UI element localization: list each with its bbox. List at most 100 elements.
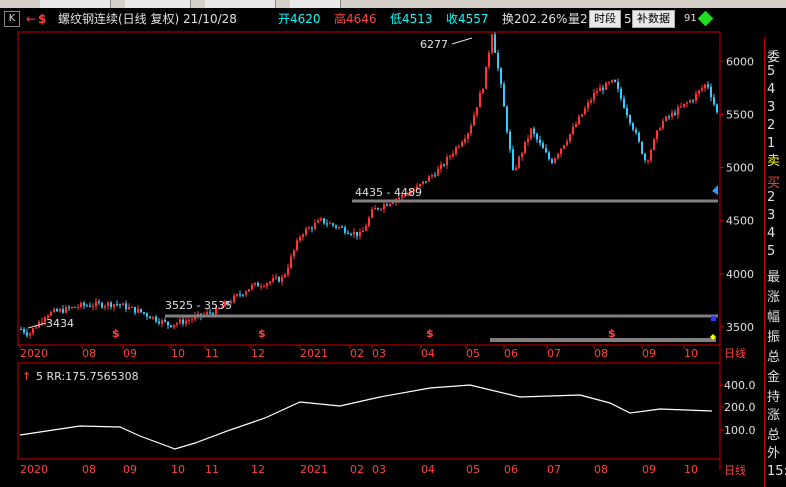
indicator-axis-label: 400.0 (724, 379, 756, 392)
candle-body (698, 90, 700, 94)
time-axis-label: 06 (504, 347, 518, 360)
candle-body (548, 152, 550, 160)
candle-body (500, 68, 502, 85)
candle-body (635, 129, 637, 133)
candle-body (104, 306, 106, 308)
time-axis-label: 08 (82, 347, 96, 360)
quote-panel-item: 4 (767, 226, 776, 241)
candle-body (284, 274, 286, 277)
candle-body (440, 164, 442, 169)
quote-panel-item: 涨 (767, 290, 781, 305)
candle-body (569, 133, 571, 142)
candle-body (92, 306, 94, 308)
candle-body (140, 308, 142, 313)
candle-body (668, 116, 670, 118)
candle-body (65, 306, 67, 313)
candle-body (620, 88, 622, 99)
indicator-time-label: 09 (642, 463, 656, 476)
candle-body (671, 112, 673, 117)
event-marker: $ (426, 327, 434, 340)
time-axis-label: 09 (123, 347, 137, 360)
candle-body (278, 277, 280, 282)
candle-body (446, 157, 448, 166)
quote-panel: 委 5 4 3 2 1 卖买 2 3 4 5 最涨幅振总金持涨总外 15: (764, 38, 786, 487)
time-axis-label: 11 (205, 347, 219, 360)
candle-body (170, 325, 172, 327)
indicator-axis-label: 100.0 (724, 424, 756, 437)
candle-body (107, 302, 109, 307)
candle-body (662, 120, 664, 129)
candle-body (386, 204, 388, 206)
candle-body (434, 175, 436, 177)
candle-body (80, 302, 82, 307)
time-axis-label: 02 (350, 347, 364, 360)
quote-panel-item: 买 (767, 176, 781, 191)
candle-body (86, 305, 88, 307)
indicator-series-line (19, 384, 713, 450)
candle-body (602, 87, 604, 90)
high-marker-label: 6277 (420, 38, 448, 51)
candle-body (473, 115, 475, 126)
candle-body (713, 97, 715, 105)
candle-body (665, 116, 667, 121)
indicator-time-label: 10 (171, 463, 185, 476)
candle-body (464, 138, 466, 143)
candle-body (299, 236, 301, 241)
time-axis-label: 07 (547, 347, 561, 360)
candle-body (491, 34, 493, 53)
candle-body (701, 88, 703, 91)
candle-body (35, 327, 37, 329)
candle-body (506, 106, 508, 132)
candle-body (650, 150, 652, 161)
candle-body (449, 156, 451, 158)
quote-panel-item: 2 (767, 190, 776, 205)
candle-body (158, 321, 160, 324)
candle-body (380, 208, 382, 210)
candle-body (50, 311, 52, 316)
candle-body (488, 52, 490, 67)
indicator-time-label: 02 (350, 463, 364, 476)
candle-body (260, 286, 262, 288)
candle-body (599, 87, 601, 92)
candle-body (431, 175, 433, 177)
candle-body (338, 226, 340, 228)
candle-body (116, 304, 118, 306)
time-axis-label: 2021 (300, 347, 328, 360)
candle-body (263, 286, 265, 288)
candle-body (593, 92, 595, 101)
candle-body (332, 223, 334, 226)
indicator-time-label: 08 (82, 463, 96, 476)
candle-body (248, 289, 250, 292)
candle-body (503, 84, 505, 107)
candle-body (365, 226, 367, 231)
candle-body (176, 323, 178, 325)
candle-body (497, 52, 499, 69)
candle-body (638, 132, 640, 142)
candle-body (659, 128, 661, 131)
candle-body (293, 250, 295, 257)
candle-body (617, 81, 619, 89)
candle-body (128, 306, 130, 310)
candle-body (335, 225, 337, 228)
candle-body (626, 108, 628, 116)
candle-body (173, 324, 175, 327)
candle-body (689, 100, 691, 103)
candle-body (710, 86, 712, 98)
candle-body (518, 156, 520, 168)
candle-body (323, 218, 325, 224)
time-axis-label: 03 (372, 347, 386, 360)
candle-body (512, 149, 514, 170)
time-axis-label: 09 (642, 347, 656, 360)
candle-body (146, 313, 148, 317)
candle-body (83, 302, 85, 306)
candle-body (281, 276, 283, 282)
candle-body (236, 294, 238, 296)
candle-body (122, 303, 124, 306)
candle-body (302, 234, 304, 237)
indicator-legend: 5 RR:175.7565308 (36, 370, 139, 383)
candle-body (479, 92, 481, 108)
indicator-time-label: 04 (421, 463, 435, 476)
time-axis-label: 12 (251, 347, 265, 360)
candle-body (305, 228, 307, 235)
candle-body (596, 91, 598, 93)
